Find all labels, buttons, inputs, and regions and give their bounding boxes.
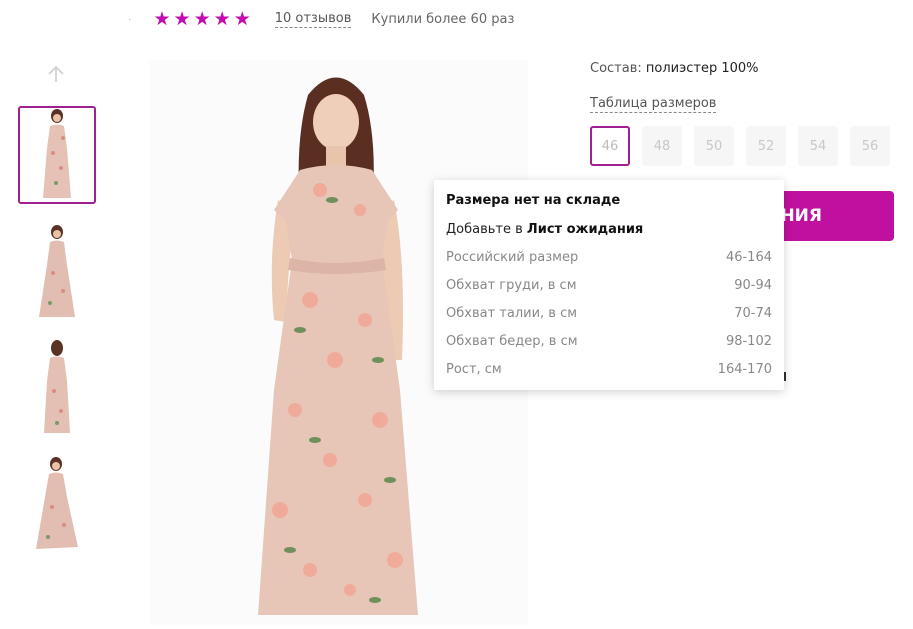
waitlist-link[interactable]: Лист ожидания	[527, 222, 643, 237]
dress-thumbnail-image	[36, 457, 78, 549]
size-detail-label: Российский размер	[446, 249, 579, 265]
thumbnail-4[interactable]	[18, 454, 96, 552]
size-selector: 46 48 50 52 54 56	[590, 126, 890, 166]
size-details: Российский размер 46-164 Обхват груди, в…	[446, 243, 772, 383]
bought-count: Купили более 60 раз	[371, 12, 515, 27]
dress-thumbnail-image	[44, 340, 70, 433]
size-detail-label: Обхват бедер, в см	[446, 333, 578, 349]
dress-thumbnail-image	[39, 225, 75, 317]
thumbnail-2[interactable]	[18, 222, 96, 320]
size-detail-value: 164-170	[717, 361, 772, 377]
size-option-48[interactable]: 48	[642, 126, 682, 166]
waitlist-prompt: Добавьте в Лист ожидания	[446, 222, 772, 237]
size-detail-row: Обхват груди, в см 90-94	[446, 271, 772, 299]
waitlist-prefix: Добавьте в	[446, 222, 523, 237]
arrow-up-icon[interactable]	[46, 64, 66, 84]
composition: Состав: полиэстер 100%	[590, 61, 759, 76]
size-detail-row: Обхват бедер, в см 98-102	[446, 327, 772, 355]
tooltip-title: Размера нет на складе	[446, 193, 621, 208]
rating-row: · ★ ★ ★ ★ ★ 10 отзывов Купили более 60 р…	[128, 10, 514, 29]
product-page: · ★ ★ ★ ★ ★ 10 отзывов Купили более 60 р…	[0, 0, 913, 629]
star-icon: ★	[193, 8, 211, 30]
size-detail-value: 98-102	[725, 333, 772, 349]
star-icon: ★	[173, 8, 191, 30]
size-detail-row: Российский размер 46-164	[446, 243, 772, 271]
size-detail-value: 70-74	[734, 305, 772, 321]
size-detail-value: 46-164	[725, 249, 772, 265]
composition-value: полиэстер 100%	[645, 61, 759, 76]
size-option-54[interactable]: 54	[798, 126, 838, 166]
star-icon: ★	[233, 8, 251, 30]
size-detail-label: Рост, см	[446, 361, 502, 377]
thumbnail-3[interactable]	[18, 338, 96, 436]
composition-label: Состав:	[590, 61, 642, 76]
size-table-link[interactable]: Таблица размеров	[590, 96, 717, 113]
reviews-link[interactable]: 10 отзывов	[274, 11, 352, 28]
size-detail-label: Обхват талии, в см	[446, 305, 578, 321]
size-unavailable-tooltip: Размера нет на складе Добавьте в Лист ож…	[434, 180, 784, 390]
separator-mark: ·	[128, 13, 132, 26]
star-icon: ★	[153, 8, 171, 30]
size-detail-row: Рост, см 164-170	[446, 355, 772, 383]
dress-thumbnail-image	[43, 109, 71, 198]
thumbnail-1[interactable]	[18, 106, 96, 204]
size-option-46[interactable]: 46	[590, 126, 630, 166]
star-icon: ★	[213, 8, 231, 30]
rating-stars: ★ ★ ★ ★ ★	[154, 10, 251, 29]
size-detail-label: Обхват груди, в см	[446, 277, 577, 293]
size-detail-row: Обхват талии, в см 70-74	[446, 299, 772, 327]
size-option-52[interactable]: 52	[746, 126, 786, 166]
size-detail-value: 90-94	[734, 277, 772, 293]
size-option-50[interactable]: 50	[694, 126, 734, 166]
size-option-56[interactable]: 56	[850, 126, 890, 166]
